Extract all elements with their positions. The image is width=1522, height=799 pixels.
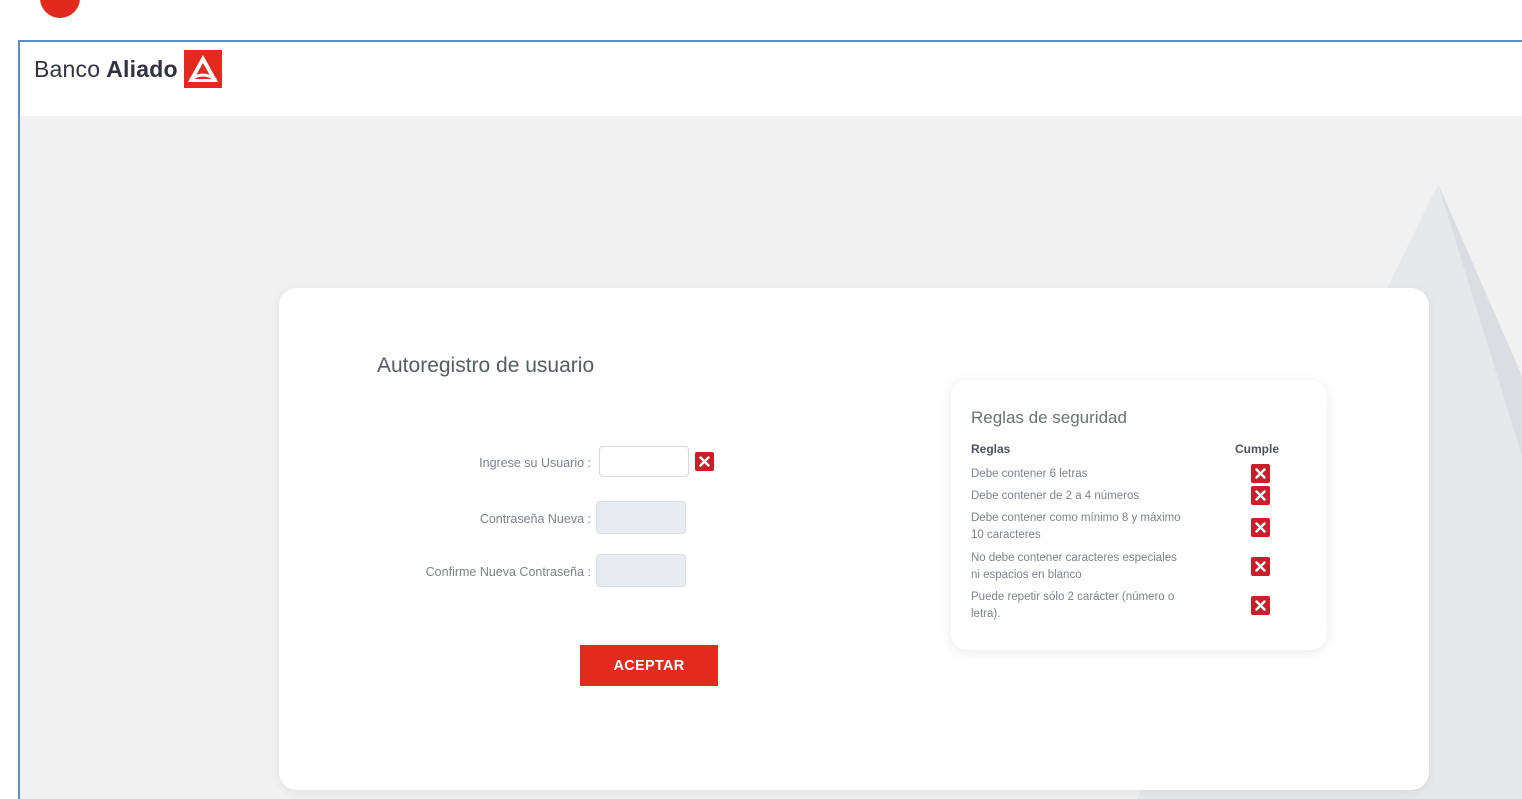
confirm-password-field[interactable] <box>596 554 686 587</box>
security-rules-panel: Reglas de seguridad Reglas Cumple Debe c… <box>951 380 1327 650</box>
close-icon <box>1251 596 1270 615</box>
close-icon <box>1251 486 1270 505</box>
brand-name-bold: Aliado <box>106 55 178 82</box>
step-badge <box>40 0 80 18</box>
top-bar: Banco Aliado <box>20 42 1522 116</box>
new-password-field[interactable] <box>596 501 686 534</box>
brand-logo[interactable]: Banco Aliado <box>34 50 222 88</box>
close-icon <box>695 452 714 471</box>
rules-column-header: Reglas <box>971 442 1011 456</box>
user-input[interactable] <box>599 446 689 477</box>
rule-item: No debe contener caracteres especiales n… <box>971 552 1177 581</box>
content-background: Autoregistro de usuario Ingrese su Usuar… <box>20 116 1522 799</box>
rule-item: Puede repetir sólo 2 carácter (número o … <box>971 591 1175 620</box>
rule-item: Debe contener 6 letras <box>971 468 1088 480</box>
registration-card: Autoregistro de usuario Ingrese su Usuar… <box>279 288 1429 790</box>
browser-frame: Banco Aliado Autoregistro de usuario Ing… <box>18 40 1522 799</box>
close-icon <box>1251 464 1270 483</box>
accept-button[interactable]: ACEPTAR <box>580 645 718 686</box>
confirm-password-label: Confirme Nueva Contraseña : <box>425 565 591 579</box>
complies-column-header: Cumple <box>1235 442 1280 456</box>
rule-item: Debe contener de 2 a 4 números <box>971 490 1140 502</box>
close-icon <box>1251 557 1270 576</box>
page-title: Autoregistro de usuario <box>377 354 595 377</box>
rule-item: Debe contener como mínimo 8 y máximo 10 … <box>971 512 1181 541</box>
new-password-label: Contraseña Nueva : <box>479 512 591 526</box>
user-label: Ingrese su Usuario : <box>479 456 591 470</box>
brand-mark-icon <box>183 50 222 88</box>
rules-title: Reglas de seguridad <box>971 408 1127 427</box>
brand-name-regular: Banco <box>34 55 101 82</box>
close-icon <box>1251 518 1270 537</box>
